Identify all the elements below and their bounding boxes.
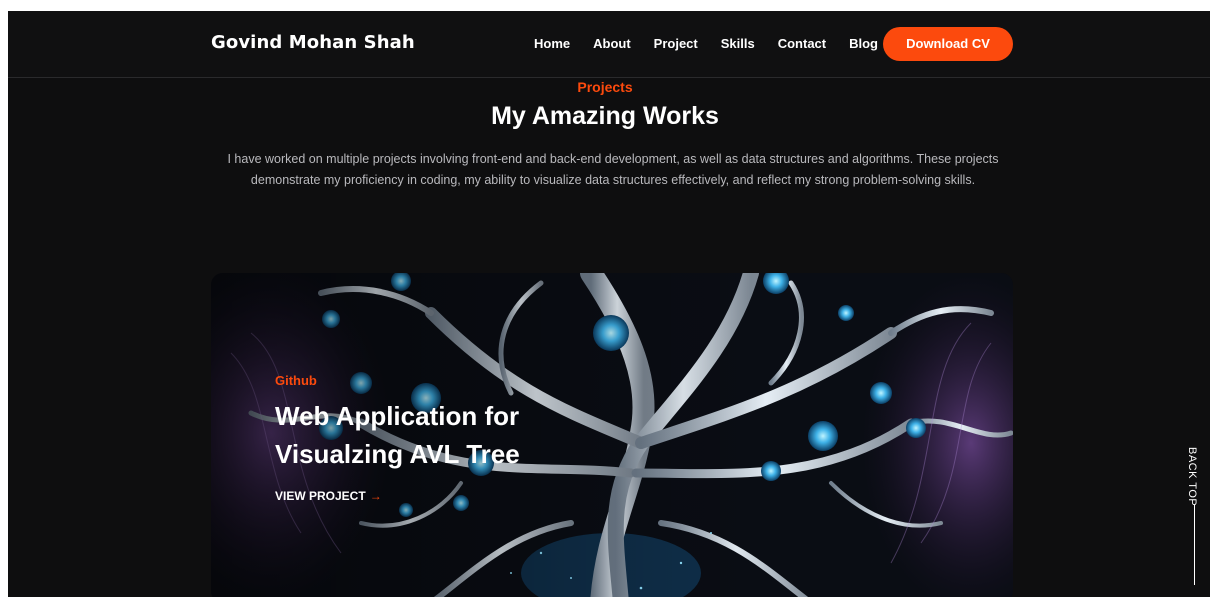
back-to-top-label: BACK TOP (1186, 447, 1198, 507)
nav-about[interactable]: About (593, 36, 631, 51)
site-logo[interactable]: Govind Mohan Shah (211, 32, 415, 53)
view-project-link[interactable]: VIEW PROJECT → (275, 489, 382, 503)
nav-skills[interactable]: Skills (721, 36, 755, 51)
back-to-top-line (1194, 505, 1195, 585)
main-nav: Home About Project Skills Contact Blog (534, 36, 901, 51)
project-tag: Github (275, 373, 317, 388)
section-description: I have worked on multiple projects invol… (227, 152, 999, 187)
back-to-top-button[interactable]: BACK TOP (1184, 447, 1204, 597)
nav-blog[interactable]: Blog (849, 36, 878, 51)
nav-home[interactable]: Home (534, 36, 570, 51)
page-frame: Govind Mohan Shah Home About Project Ski… (8, 11, 1210, 597)
download-cv-button[interactable]: Download CV (883, 27, 1013, 61)
nav-contact[interactable]: Contact (778, 36, 826, 51)
nav-project[interactable]: Project (654, 36, 698, 51)
arrow-right-icon: → (369, 489, 382, 503)
project-title: Web Application for Visualzing AVL Tree (275, 401, 520, 469)
site-header: Govind Mohan Shah Home About Project Ski… (8, 11, 1210, 78)
project-card[interactable]: Github Web Application for Visualzing AV… (211, 273, 1013, 597)
view-project-label: VIEW PROJECT (275, 489, 366, 503)
section-eyebrow: Projects (577, 79, 633, 95)
section-title: My Amazing Works (491, 102, 719, 130)
